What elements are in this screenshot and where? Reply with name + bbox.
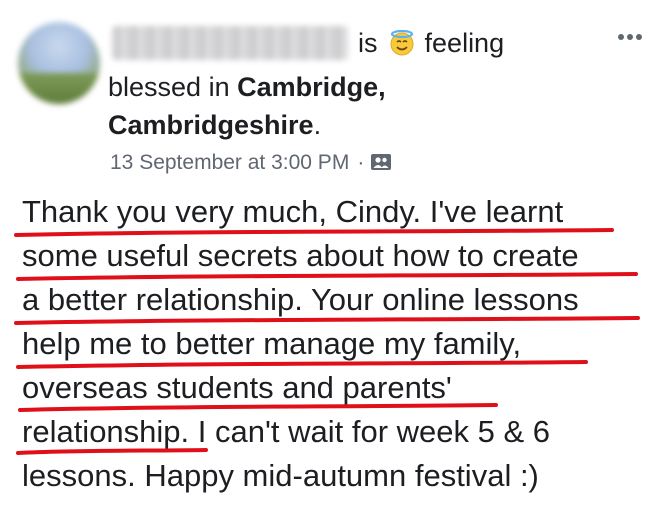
- post-body-line: overseas students and parents': [22, 370, 452, 405]
- post-body-line: relationship. I can't wait for week 5 & …: [22, 414, 551, 449]
- post-body-text: Thank you very much, Cindy. I've learnt …: [22, 190, 654, 498]
- location-link-region[interactable]: Cambridgeshire: [108, 110, 314, 140]
- activity-line-2: blessed in Cambridge,: [108, 70, 386, 104]
- post-body-line: Thank you very much, Cindy. I've learnt: [22, 194, 564, 229]
- activity-line: is feeling: [358, 26, 504, 60]
- redacted-author-name[interactable]: [112, 26, 348, 60]
- halo-smiling-face-emoji: [390, 30, 414, 56]
- post-body-line: a better relationship. Your online lesso…: [22, 282, 579, 317]
- location-end: .: [313, 110, 322, 140]
- author-avatar[interactable]: [18, 22, 100, 104]
- meta-separator: ·: [357, 151, 365, 174]
- more-options-icon[interactable]: [610, 24, 650, 50]
- activity-state: blessed in: [108, 72, 230, 102]
- post-body-line: help me to better manage my family,: [22, 326, 522, 361]
- location-link[interactable]: Cambridge,: [237, 72, 386, 102]
- post-meta: 13 September at 3:00 PM ·: [110, 148, 392, 178]
- activity-feeling: feeling: [424, 28, 505, 58]
- post-timestamp[interactable]: 13 September at 3:00 PM: [110, 151, 349, 174]
- activity-prefix: is: [358, 28, 378, 58]
- friends-audience-icon[interactable]: [370, 152, 392, 172]
- post-body-line: some useful secrets about how to create: [22, 238, 579, 273]
- post-body-line: lessons. Happy mid-autumn festival :): [22, 458, 539, 493]
- activity-line-3: Cambridgeshire.: [108, 108, 321, 142]
